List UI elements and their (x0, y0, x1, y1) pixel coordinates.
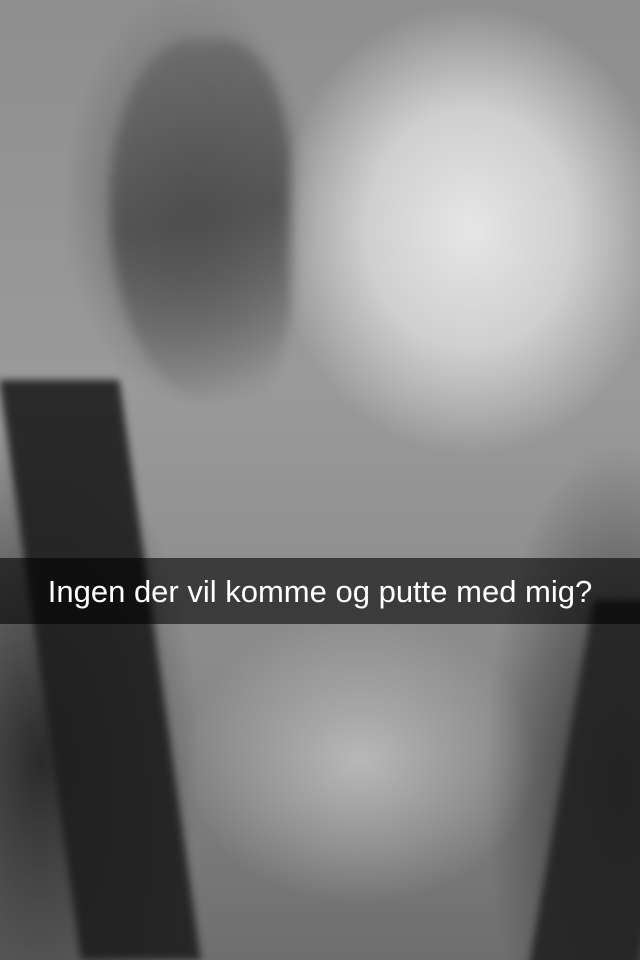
photo-tank-top-right (526, 600, 640, 960)
photo-hair-shading (110, 40, 290, 400)
caption-bar: Ingen der vil komme og putte med mig? (0, 558, 640, 624)
snap-photo: Ingen der vil komme og putte med mig? (0, 0, 640, 960)
photo-tank-top-left (0, 380, 201, 960)
caption-text: Ingen der vil komme og putte med mig? (47, 573, 593, 609)
